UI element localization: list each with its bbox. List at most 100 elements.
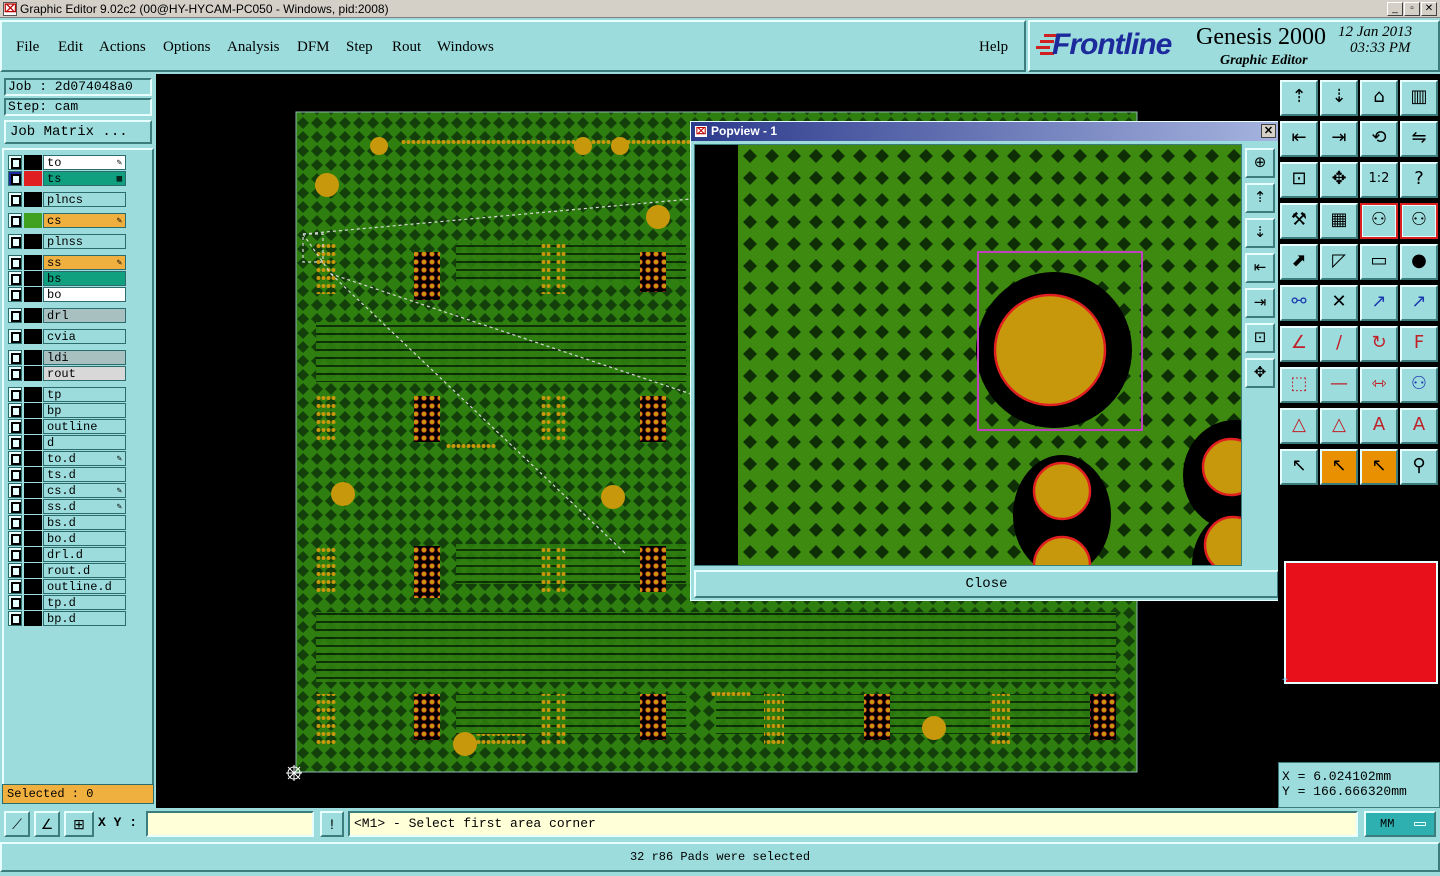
layer-name[interactable]: ss.d ✎ <box>43 499 126 514</box>
layer-name[interactable]: bo <box>43 287 126 302</box>
layer-color-swatch[interactable] <box>24 499 42 514</box>
ruler-icon[interactable]: ▭ <box>1360 244 1398 280</box>
menu-dfm[interactable]: DFM <box>297 39 330 56</box>
pan-right-icon[interactable]: ⇥ <box>1320 121 1358 157</box>
copy-icon[interactable]: ↗ <box>1400 285 1438 321</box>
center-icon[interactable]: ✥ <box>1320 162 1358 198</box>
route-icon[interactable]: ⚲ <box>1400 449 1438 485</box>
snap-red-icon[interactable]: ⚇ <box>1360 203 1398 239</box>
layer-name[interactable]: outline <box>43 419 126 434</box>
layer-name[interactable]: to.d ✎ <box>43 451 126 466</box>
dimension-icon[interactable]: ⇿ <box>1360 367 1398 403</box>
house-icon[interactable]: ⌂ <box>1360 80 1398 116</box>
layer-name[interactable]: rout.d <box>43 563 126 578</box>
pv-down-icon[interactable]: ⇣ <box>1245 218 1275 248</box>
triangle-icon[interactable]: △ <box>1280 408 1318 444</box>
layer-checkbox[interactable] <box>8 467 22 482</box>
minus-icon[interactable]: — <box>1320 367 1358 403</box>
layer-row-cvia[interactable]: cvia <box>6 329 126 344</box>
layer-color-swatch[interactable] <box>24 366 42 381</box>
layer-row-tp[interactable]: tp <box>6 387 126 402</box>
layer-color-swatch[interactable] <box>24 579 42 594</box>
layer-row-bs[interactable]: bs <box>6 271 126 286</box>
layer-row-ss[interactable]: ss ✎ <box>6 255 126 270</box>
layer-checkbox[interactable] <box>8 255 22 270</box>
layer-checkbox[interactable] <box>8 329 22 344</box>
menu-rout[interactable]: Rout <box>392 39 421 56</box>
layer-checkbox[interactable] <box>8 213 22 228</box>
layer-row-tp-d[interactable]: tp.d <box>6 595 126 610</box>
layer-checkbox[interactable] <box>8 192 22 207</box>
layer-row-d[interactable]: d <box>6 435 126 450</box>
maximize-button[interactable]: ▫ <box>1404 2 1420 16</box>
layer-name[interactable]: tp.d <box>43 595 126 610</box>
text-icon[interactable]: F <box>1400 326 1438 362</box>
layer-color-swatch[interactable] <box>24 387 42 402</box>
tri-a2-icon[interactable]: A <box>1400 408 1438 444</box>
layer-checkbox[interactable] <box>8 308 22 323</box>
angle-icon[interactable]: ∠ <box>1280 326 1318 362</box>
fit-icon[interactable]: ⊡ <box>1280 162 1318 198</box>
layer-row-ts[interactable]: ts ▦ <box>6 171 126 186</box>
layer-row-ss-d[interactable]: ss.d ✎ <box>6 499 126 514</box>
pointer-orange2-icon[interactable]: ↖ <box>1360 449 1398 485</box>
layer-row-outline[interactable]: outline <box>6 419 126 434</box>
pan-left-icon[interactable]: ⇤ <box>1280 121 1318 157</box>
angle-mode-icon[interactable]: ∠ <box>34 811 60 837</box>
popview-close-icon[interactable]: ✕ <box>1261 124 1276 138</box>
layer-color-swatch[interactable] <box>24 467 42 482</box>
layer-name[interactable]: ts.d <box>43 467 126 482</box>
grid-mode-icon[interactable]: ⊞ <box>64 811 94 837</box>
layer-color-swatch[interactable] <box>24 515 42 530</box>
popview-close-button[interactable]: Close <box>694 570 1279 598</box>
layer-name[interactable]: bp <box>43 403 126 418</box>
layer-name[interactable]: bs.d <box>43 515 126 530</box>
layer-name[interactable]: tp <box>43 387 126 402</box>
layer-checkbox[interactable] <box>8 419 22 434</box>
layer-name[interactable]: bs <box>43 271 126 286</box>
feature-arrow-icon[interactable]: ⬈ <box>1280 244 1318 280</box>
layer-name[interactable]: rout <box>43 366 126 381</box>
layer-row-rout-d[interactable]: rout.d <box>6 563 126 578</box>
flip-icon[interactable]: ⟲ <box>1360 121 1398 157</box>
menu-windows[interactable]: Windows <box>437 39 494 56</box>
layer-color-swatch[interactable] <box>24 171 42 186</box>
job-matrix-button[interactable]: Job Matrix ... <box>4 120 152 144</box>
layer-checkbox[interactable] <box>8 234 22 249</box>
layer-checkbox[interactable] <box>8 515 22 530</box>
layer-name[interactable]: plnss <box>43 234 126 249</box>
layer-row-to-d[interactable]: to.d ✎ <box>6 451 126 466</box>
popview-canvas[interactable] <box>694 144 1242 566</box>
rotate-icon[interactable]: ◸ <box>1320 244 1358 280</box>
arc-icon[interactable]: ↻ <box>1360 326 1398 362</box>
layer-color-swatch[interactable] <box>24 611 42 626</box>
pointer-icon[interactable]: ↖ <box>1280 449 1318 485</box>
layer-name[interactable]: ts ▦ <box>43 171 126 186</box>
layer-checkbox[interactable] <box>8 611 22 626</box>
menu-file[interactable]: File <box>16 39 39 56</box>
menu-edit[interactable]: Edit <box>58 39 83 56</box>
pv-center-icon[interactable]: ✥ <box>1245 358 1275 388</box>
layer-name[interactable]: drl.d <box>43 547 126 562</box>
layer-color-swatch[interactable] <box>24 234 42 249</box>
layer-name[interactable]: plncs <box>43 192 126 207</box>
measure-icon[interactable]: ⚒ <box>1280 203 1318 239</box>
layer-name[interactable]: bo.d <box>43 531 126 546</box>
pointer-orange-icon[interactable]: ↖ <box>1320 449 1358 485</box>
layer-row-bo-d[interactable]: bo.d <box>6 531 126 546</box>
layer-color-swatch[interactable] <box>24 255 42 270</box>
snap-red2-icon[interactable]: ⚇ <box>1400 203 1438 239</box>
layer-name[interactable]: cs.d ✎ <box>43 483 126 498</box>
tri-a-icon[interactable]: A <box>1360 408 1398 444</box>
mirror-icon[interactable]: ⇋ <box>1400 121 1438 157</box>
info-icon[interactable]: ! <box>320 811 344 837</box>
zoom-home-icon[interactable]: ⇡ <box>1280 80 1318 116</box>
layer-name[interactable]: ss ✎ <box>43 255 126 270</box>
layer-checkbox[interactable] <box>8 366 22 381</box>
menu-analysis[interactable]: Analysis <box>227 39 280 56</box>
layer-checkbox[interactable] <box>8 563 22 578</box>
layer-color-swatch[interactable] <box>24 595 42 610</box>
layer-checkbox[interactable] <box>8 350 22 365</box>
cross-icon[interactable]: ✕ <box>1320 285 1358 321</box>
layer-checkbox[interactable] <box>8 499 22 514</box>
